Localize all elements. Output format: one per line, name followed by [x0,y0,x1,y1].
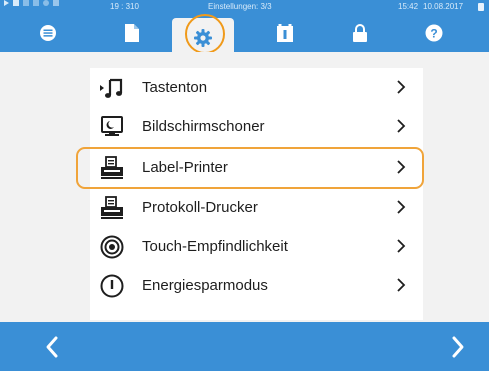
status-icon [13,0,19,6]
active-tab-highlight [185,14,225,54]
chevron-right-icon [396,117,406,139]
status-icon [43,0,49,6]
menu-item-label: Energiesparmodus [142,277,268,294]
status-time: 15:42 [398,2,419,11]
tab-bar: ? [0,14,489,58]
list-icon [40,25,56,41]
settings-menu: Tastenton Bildschirmschoner Label-Printe… [90,68,423,320]
status-icon [53,0,59,6]
play-icon [4,0,9,6]
chevron-left-icon [46,336,58,358]
selected-item-highlight [76,147,424,189]
menu-item-label: Bildschirmschoner [142,118,265,135]
power-icon [100,274,124,298]
chevron-right-icon [396,78,406,100]
menu-item-label: Touch-Empfindlichkeit [142,238,288,255]
chevron-right-icon [452,336,464,358]
menu-item-protokoll-drucker[interactable]: Protokoll-Drucker [90,188,423,228]
printer-icon [100,196,124,220]
tab-info[interactable] [254,14,316,52]
status-title: Einstellungen: 3/3 [208,2,272,11]
battery-icon [478,3,484,11]
menu-item-bildschirmschoner[interactable]: Bildschirmschoner [90,107,423,147]
touch-target-icon [100,235,124,259]
menu-item-touch-empfindlichkeit[interactable]: Touch-Empfindlichkeit [90,227,423,267]
menu-item-tastenton[interactable]: Tastenton [90,68,423,108]
device-screen: 19 : 310 Einstellungen: 3/3 15:42 10.08.… [0,0,489,371]
status-counter: 19 : 310 [110,2,139,11]
next-page-button[interactable] [443,332,473,362]
svg-text:?: ? [430,27,437,41]
chevron-right-icon [396,237,406,259]
bottom-nav-bar [0,322,489,371]
chevron-right-icon [396,276,406,298]
previous-page-button[interactable] [37,332,67,362]
document-icon [125,24,139,42]
status-date: 10.08.2017 [423,2,464,11]
tab-list[interactable] [17,14,79,52]
status-icons [4,0,59,6]
music-note-icon [100,76,124,100]
status-icon [23,0,29,6]
tab-help[interactable]: ? [403,14,465,52]
status-bar: 19 : 310 Einstellungen: 3/3 15:42 10.08.… [0,0,489,14]
menu-item-label: Protokoll-Drucker [142,199,258,216]
chevron-right-icon [396,198,406,220]
menu-item-energiesparmodus[interactable]: Energiesparmodus [90,266,423,306]
menu-item-label: Tastenton [142,79,208,96]
info-card-icon [277,24,293,42]
tab-lock[interactable] [329,14,391,52]
status-icon [33,0,39,6]
help-icon: ? [425,24,443,42]
screensaver-icon [100,115,124,139]
lock-icon [353,24,367,42]
tab-documents[interactable] [101,14,163,52]
